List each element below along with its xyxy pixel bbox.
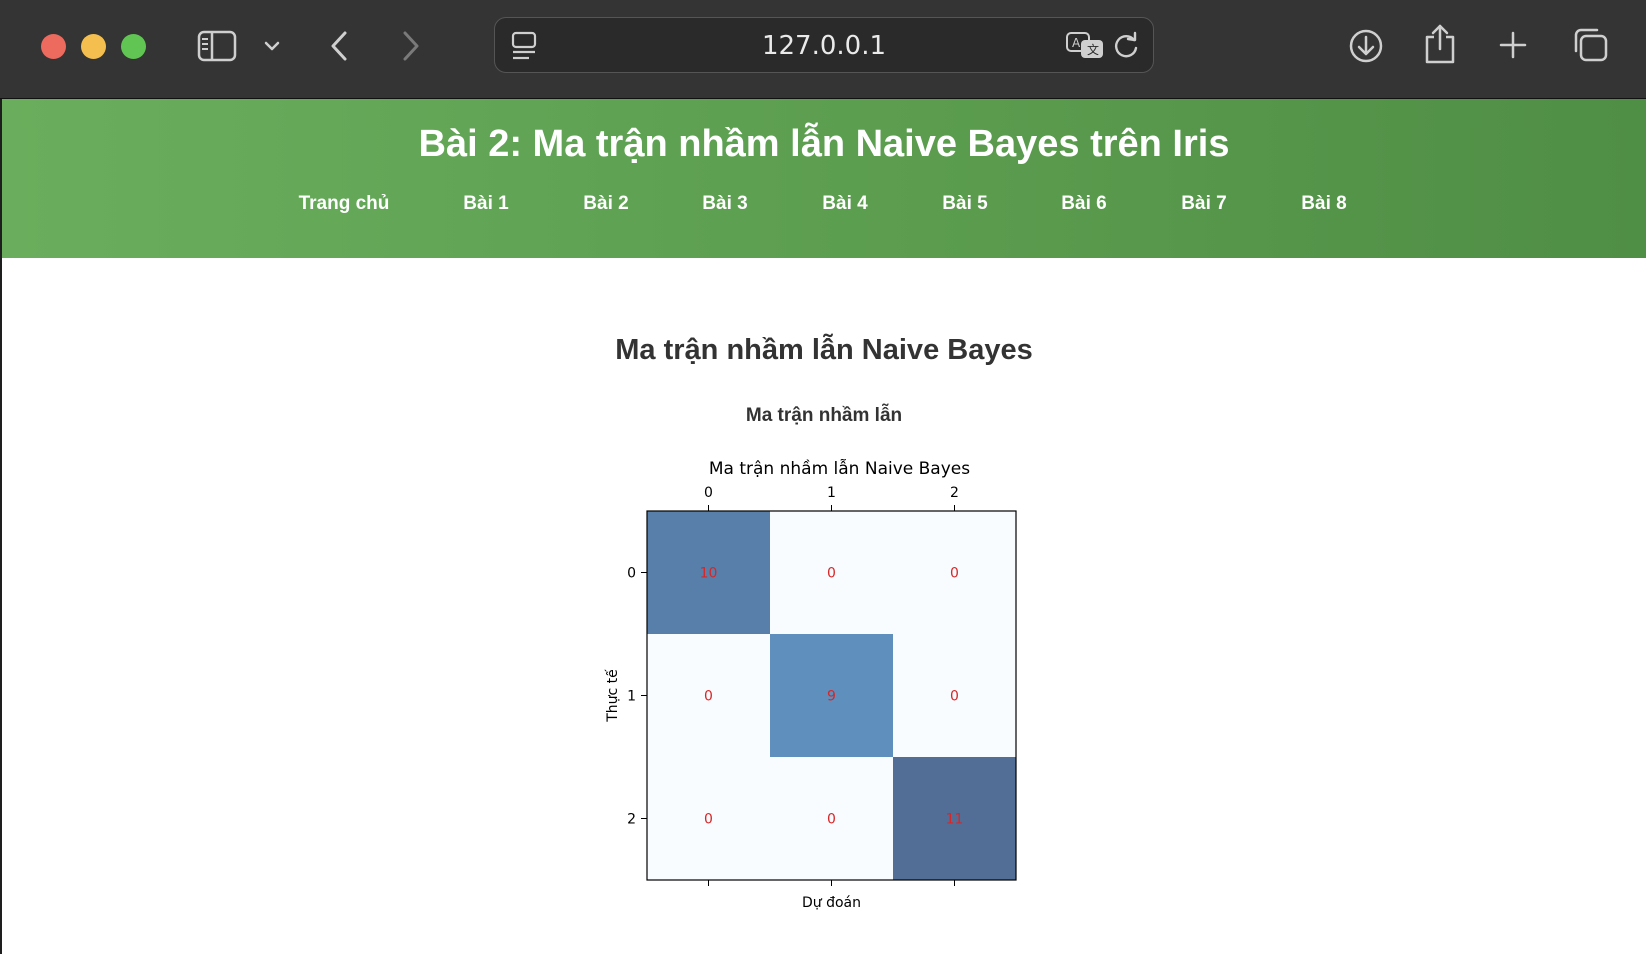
y-axis-label: Thực tế [604,669,621,723]
svg-text:文: 文 [1087,42,1099,57]
x-tick-label: 1 [827,485,836,501]
x-tick-label: 0 [704,485,713,501]
web-page: Bài 2: Ma trận nhầm lẫn Naive Bayes trên… [2,99,1646,954]
cell-value-label: 0 [704,689,713,705]
y-tick-label: 0 [627,566,636,582]
tab-overview-icon[interactable] [1570,26,1610,64]
browser-toolbar: 127.0.0.1 A文 [0,0,1646,99]
chart-title: Ma trận nhầm lẫn Naive Bayes [709,458,970,479]
back-arrow-icon[interactable] [326,28,352,64]
reload-icon[interactable] [1111,30,1141,62]
zoom-window-button[interactable] [121,34,146,59]
share-icon[interactable] [1422,22,1458,66]
address-bar[interactable]: 127.0.0.1 A文 [494,17,1154,73]
tab-group-chevron-down-icon[interactable] [262,34,282,58]
cell-value-label: 0 [950,689,959,705]
cell-value-label: 0 [827,566,836,582]
cell-value-label: 0 [827,812,836,828]
x-axis-label: Dự đoán [802,895,861,911]
address-url: 127.0.0.1 [761,31,887,61]
download-icon[interactable] [1346,26,1386,66]
cell-value-label: 10 [700,566,718,582]
cell-value-label: 11 [946,812,964,828]
translate-icon[interactable]: A文 [1065,30,1105,62]
matrix-cells: 10 0 0 0 9 0 0 0 11 [647,511,1016,880]
cell-value-label: 0 [950,566,959,582]
confusion-matrix-chart: 10 0 0 0 9 0 0 0 11 0 1 2 0 1 2 Ma trận nhầm lẫn Naiv… [604,458,1017,911]
sidebar-toggle-icon[interactable] [196,28,238,64]
browser-window: 127.0.0.1 A文 Bài 2: Ma trận nhầm lẫn Nai… [0,0,1646,954]
minimize-window-button[interactable] [81,34,106,59]
close-window-button[interactable] [41,34,66,59]
cell-value-label: 9 [827,689,836,705]
new-tab-plus-icon[interactable] [1496,28,1530,62]
forward-arrow-icon[interactable] [398,28,424,64]
cell-value-label: 0 [704,812,713,828]
y-tick-label: 2 [627,812,636,828]
y-tick-label: 1 [627,689,636,705]
x-tick-label: 2 [950,485,959,501]
svg-text:A: A [1072,36,1081,50]
